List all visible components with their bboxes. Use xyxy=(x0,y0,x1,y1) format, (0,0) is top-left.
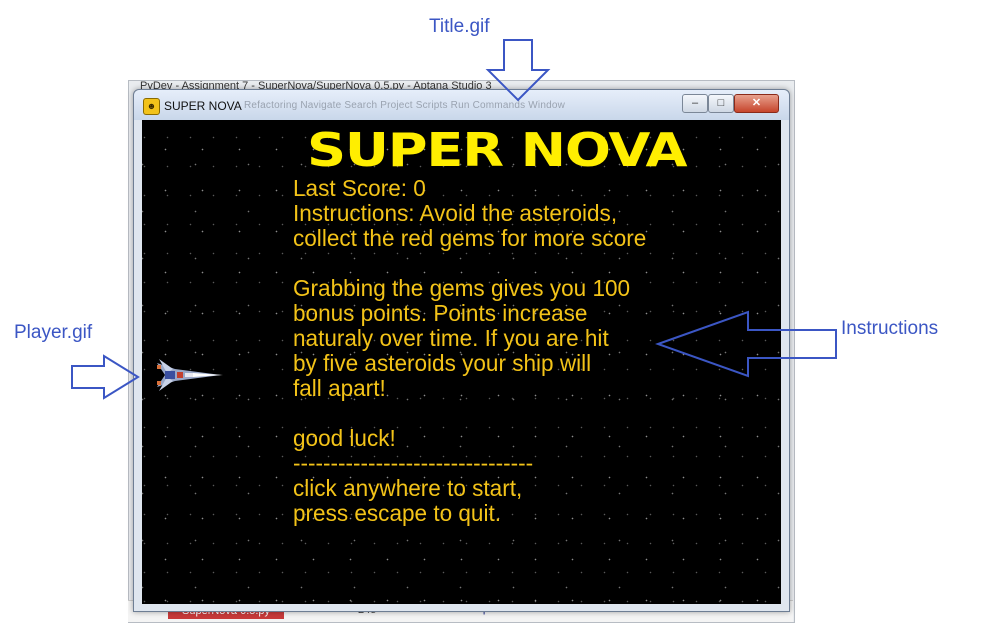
separator-line: -------------------------------- xyxy=(293,450,534,476)
title-gif-label: Title.gif xyxy=(429,16,490,37)
left-arrow-icon xyxy=(655,310,837,378)
instructions-label: Instructions xyxy=(841,318,939,339)
quit-prompt-text: press escape to quit. xyxy=(293,500,501,526)
window-title: SUPER NOVA xyxy=(164,99,242,113)
down-arrow-icon xyxy=(485,39,551,102)
window-titlebar[interactable]: ☻ SUPER NOVA Refactoring Navigate Search… xyxy=(134,90,789,120)
player-gif-label: Player.gif xyxy=(14,322,93,343)
start-prompt-text: click anywhere to start, xyxy=(293,475,523,501)
right-arrow-icon xyxy=(71,354,140,400)
last-score-text: Last Score: 0 xyxy=(293,175,426,201)
player-ship-sprite xyxy=(157,359,223,391)
minimize-button[interactable]: – xyxy=(682,94,708,113)
instructions-line: Instructions: Avoid the asteroids, xyxy=(293,200,618,226)
maximize-button[interactable]: □ xyxy=(708,94,734,113)
close-button[interactable]: ✕ xyxy=(734,94,779,113)
good-luck-text: good luck! xyxy=(293,425,396,451)
instructions-line: collect the red gems for more score xyxy=(293,225,647,251)
pygame-app-icon: ☻ xyxy=(143,98,160,115)
game-title-logo: SUPER NOVA xyxy=(306,123,688,177)
instructions-line: Grabbing the gems gives you 100 xyxy=(293,275,631,301)
